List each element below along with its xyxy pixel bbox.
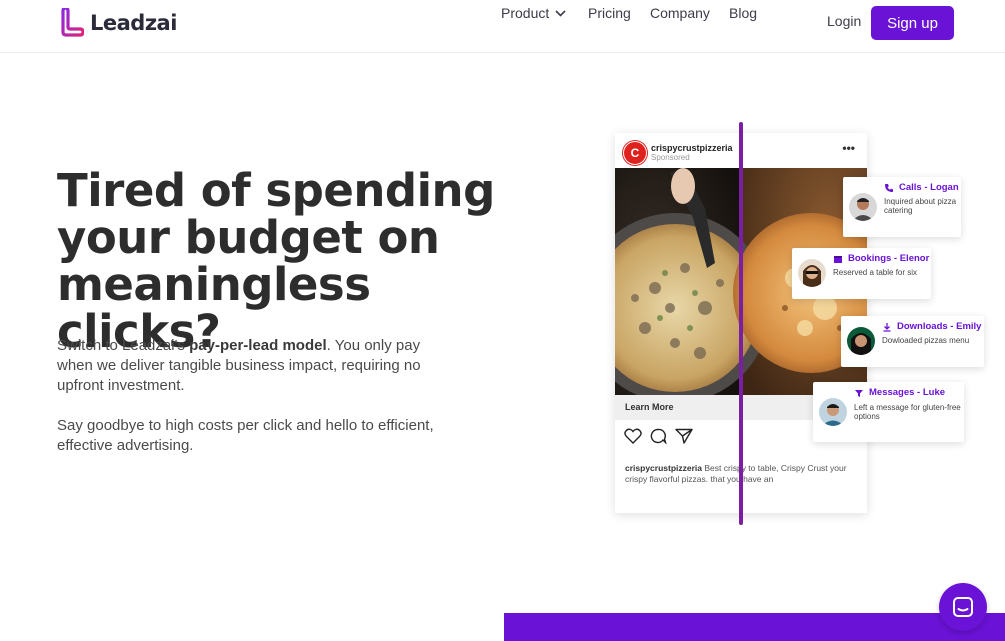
share-icon[interactable] bbox=[675, 428, 693, 444]
lead-title: Messages - Luke bbox=[854, 387, 945, 398]
comparison-divider bbox=[739, 122, 743, 525]
lead-description: Dowloaded pizzas menu bbox=[882, 336, 970, 345]
phone-icon bbox=[885, 183, 893, 192]
lead-description: Left a message for gluten-free options bbox=[854, 403, 961, 421]
avatar bbox=[849, 193, 877, 221]
hero-title: Tired of spending your budget on meaning… bbox=[57, 164, 495, 358]
calendar-icon bbox=[834, 255, 842, 263]
pizzeria-avatar: C bbox=[623, 141, 647, 165]
lead-card-messages: Messages - Luke Left a message for glute… bbox=[813, 382, 964, 442]
learn-more-label: Learn More bbox=[625, 402, 674, 412]
nav-blog[interactable]: Blog bbox=[729, 4, 757, 22]
lead-title-text: Downloads - Emily bbox=[897, 321, 982, 332]
hero-p1-bold: pay-per-lead model bbox=[189, 337, 327, 354]
lead-card-calls: Calls - Logan Inquired about pizza cater… bbox=[843, 177, 961, 237]
signup-button[interactable]: Sign up bbox=[871, 6, 954, 40]
caption-username: crispycrustpizzeria bbox=[625, 463, 703, 473]
lead-card-downloads: Downloads - Emily Dowloaded pizzas menu bbox=[841, 316, 984, 367]
avatar bbox=[798, 259, 826, 287]
leadzai-logo[interactable]: Leadzai bbox=[58, 8, 177, 38]
hero-subtext: Say goodbye to high costs per click and … bbox=[57, 417, 434, 454]
post-username: crispycrustpizzeria bbox=[651, 143, 733, 153]
lead-title-text: Messages - Luke bbox=[869, 387, 946, 398]
top-navigation: Leadzai Product Pricing Company Blog Log… bbox=[0, 0, 1005, 53]
leadzai-logo-icon bbox=[61, 8, 84, 37]
lead-title-text: Calls - Logan bbox=[899, 182, 959, 193]
chat-icon bbox=[953, 597, 973, 617]
post-sponsored-label: Sponsored bbox=[651, 153, 690, 162]
chat-launcher-button[interactable] bbox=[939, 583, 987, 631]
heart-icon[interactable] bbox=[624, 428, 642, 444]
logo-text: Leadzai bbox=[90, 11, 177, 35]
comment-icon[interactable] bbox=[650, 428, 667, 444]
chevron-down-icon bbox=[555, 9, 566, 17]
lead-title: Bookings - Elenor bbox=[833, 253, 929, 264]
nav-product[interactable]: Product bbox=[501, 4, 566, 22]
nav-company[interactable]: Company bbox=[650, 4, 710, 22]
post-actions bbox=[624, 428, 693, 444]
avatar bbox=[847, 327, 875, 355]
lead-title-text: Bookings - Elenor bbox=[848, 253, 930, 264]
hero-p1-before: Switch to Leadzai's bbox=[57, 337, 190, 354]
hero-description: Switch to Leadzai's pay-per-lead model. … bbox=[57, 336, 437, 396]
purple-section-band bbox=[504, 613, 1005, 641]
avatar bbox=[819, 398, 847, 426]
lead-description: Inquired about pizza catering bbox=[884, 197, 957, 215]
lead-description: Reserved a table for six bbox=[833, 268, 918, 277]
lead-card-bookings: Bookings - Elenor Reserved a table for s… bbox=[792, 248, 931, 299]
nav-product-label: Product bbox=[501, 5, 550, 21]
login-link[interactable]: Login bbox=[827, 13, 861, 29]
nav-pricing[interactable]: Pricing bbox=[588, 4, 631, 22]
lead-title: Downloads - Emily bbox=[882, 321, 981, 332]
download-icon bbox=[883, 322, 891, 332]
lead-title: Calls - Logan bbox=[884, 182, 959, 193]
funnel-icon bbox=[855, 389, 863, 397]
more-options-icon[interactable]: ••• bbox=[842, 141, 855, 155]
